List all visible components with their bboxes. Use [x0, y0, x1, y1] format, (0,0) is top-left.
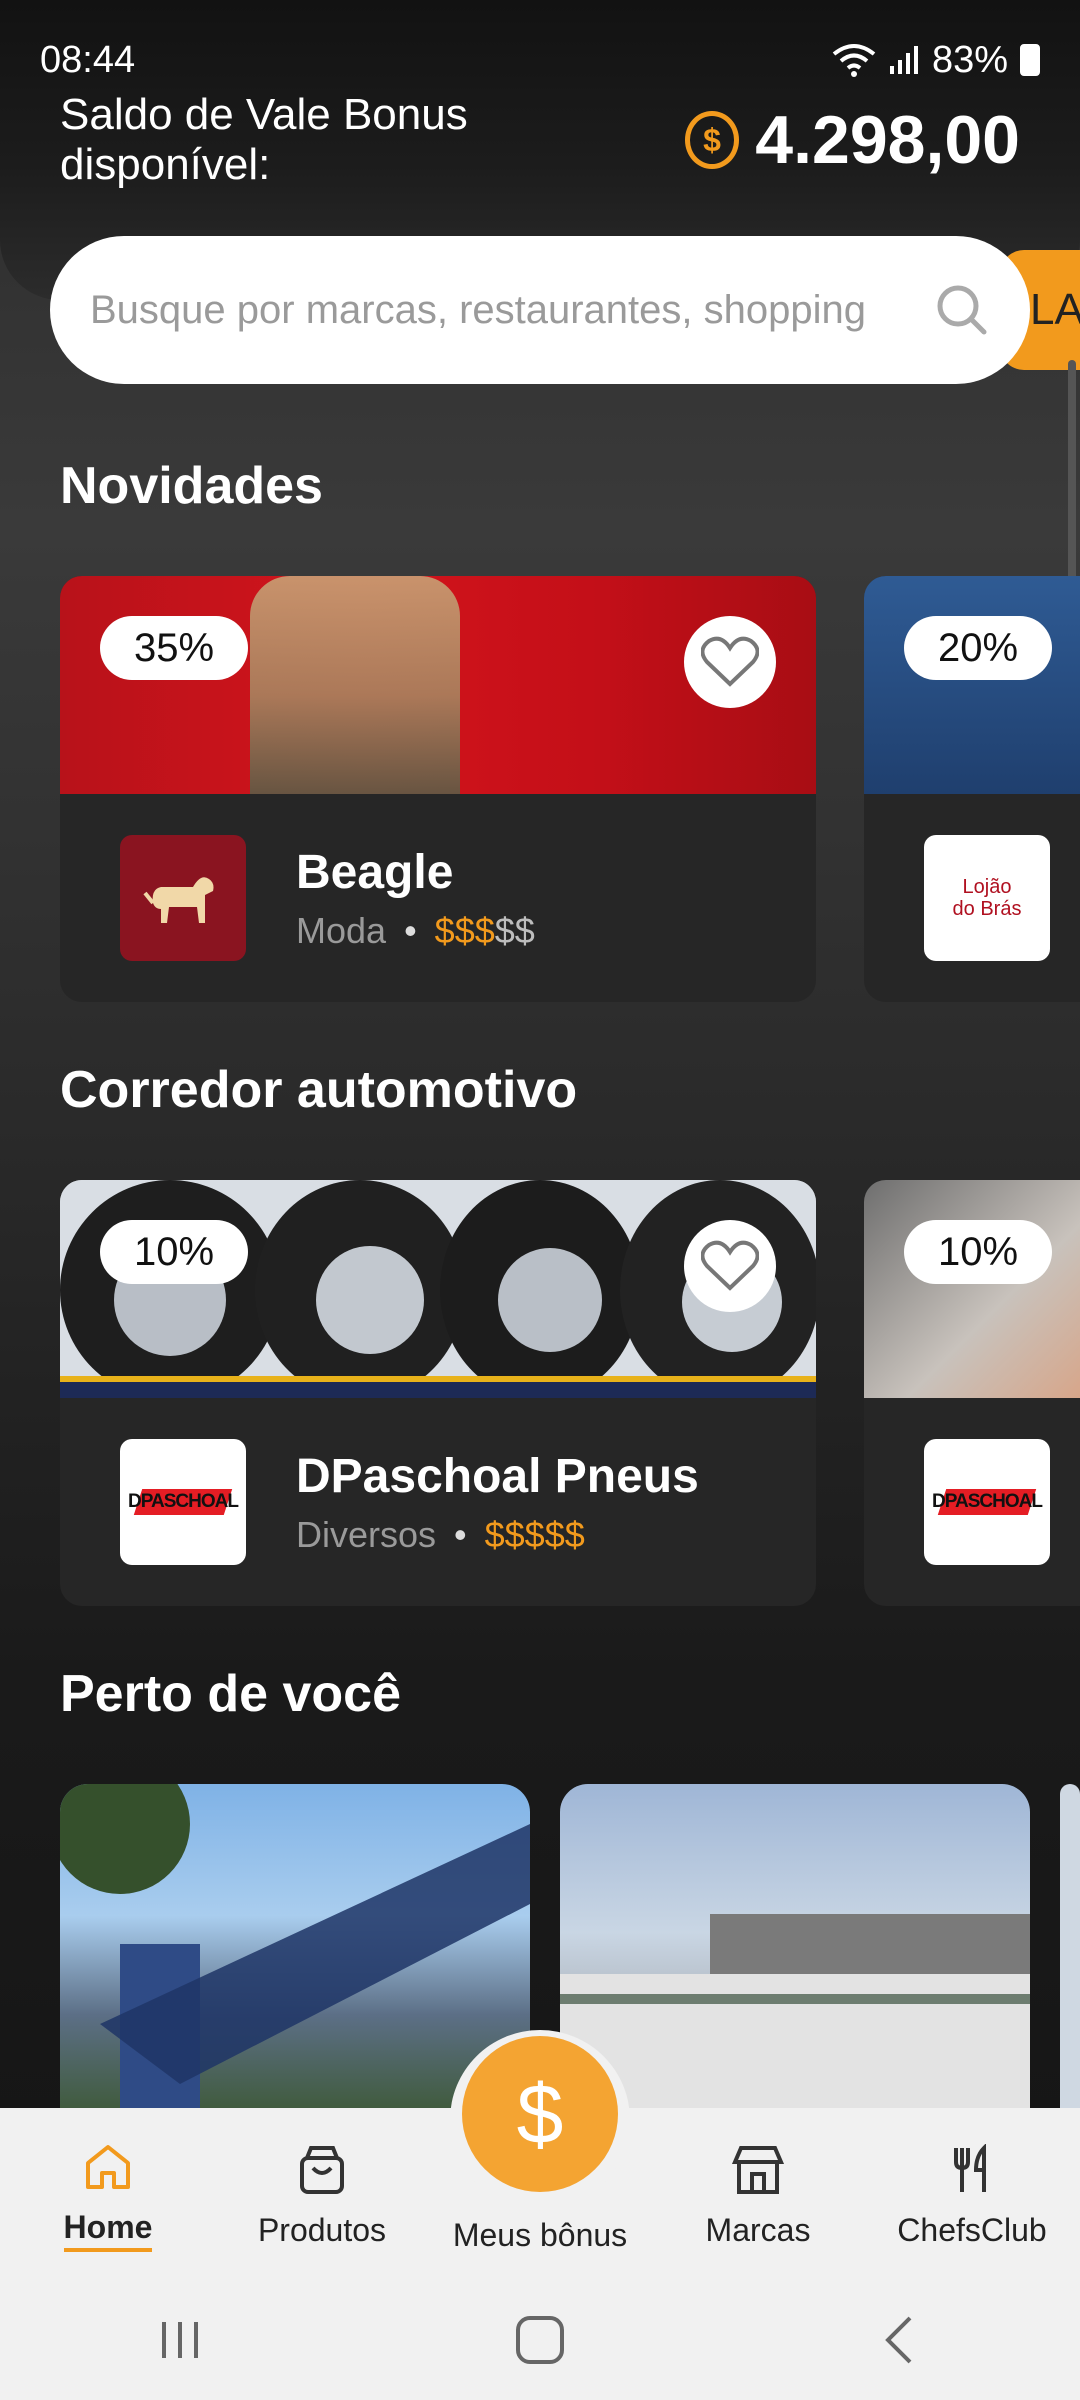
discount-badge: 10% — [100, 1220, 249, 1284]
store-card-body: Lojão do Brás — [864, 794, 1080, 1002]
discount-badge: 20% — [904, 616, 1053, 680]
coin-icon: $ — [684, 111, 740, 169]
dollar-icon: $ — [516, 2066, 564, 2161]
discount-badge: 35% — [100, 616, 249, 680]
nav-produtos-label: Produtos — [257, 2211, 387, 2248]
status-icons: 83% — [832, 39, 1040, 82]
store-banner-image: 10% — [864, 1180, 1080, 1398]
nav-chefsclub[interactable]: ChefsClub — [872, 2108, 1072, 2280]
dpaschoal-logo: DPASCHOAL — [924, 1439, 1050, 1565]
separator-dot: • — [404, 909, 417, 951]
store-icon — [731, 2145, 785, 2194]
system-navigation — [0, 2280, 1080, 2400]
price-level-active: $$$ — [434, 909, 495, 951]
lojao-logo: Lojão do Brás — [924, 835, 1050, 961]
place-card-1[interactable] — [60, 1784, 530, 2114]
store-card-body: DPASCHOAL — [864, 1398, 1080, 1606]
search-icon[interactable] — [934, 282, 990, 338]
lojao-logo-text: Lojão — [962, 876, 1012, 898]
store-card-lojao[interactable]: 20% Lojão do Brás — [864, 576, 1080, 1002]
place-card-2[interactable] — [560, 1784, 1030, 2114]
bonus-balance: Saldo de Vale Bonus disponível: $ 4.298,… — [60, 90, 1020, 189]
store-card-body: DPASCHOAL DPaschoal Pneus Diversos • $$$… — [60, 1398, 816, 1606]
dpaschoal-logo: DPASCHOAL — [120, 1439, 246, 1565]
store-card-beagle[interactable]: 35% Beagle Moda • $$$ $$ — [60, 576, 816, 1002]
nav-marcas[interactable]: Marcas — [658, 2108, 858, 2280]
nav-home-label: Home — [63, 2209, 153, 2252]
section-title-auto: Corredor automotivo — [60, 1061, 578, 1119]
signal-icon — [889, 46, 918, 74]
store-card-dpaschoal-2[interactable]: 10% DPASCHOAL — [864, 1180, 1080, 1606]
mall-photo — [560, 1914, 1030, 2114]
nav-chefsclub-label: ChefsClub — [897, 2211, 1047, 2248]
home-icon — [86, 2144, 130, 2189]
dpaschoal-logo-text: DPASCHOAL — [128, 1491, 239, 1512]
price-level-active: $$$$$ — [484, 1513, 585, 1555]
place-card-3[interactable] — [1060, 1784, 1080, 2114]
lojao-logo-subtext: do Brás — [952, 898, 1022, 920]
store-banner-image: 20% — [864, 576, 1080, 794]
section-title-near: Perto de você — [60, 1665, 402, 1723]
battery-icon — [1020, 44, 1040, 76]
search-bar[interactable] — [50, 236, 1030, 384]
favorite-button[interactable] — [684, 1220, 776, 1312]
nav-home[interactable]: Home — [8, 2108, 208, 2280]
store-banner-image: 35% — [60, 576, 816, 794]
nav-produtos[interactable]: Produtos — [222, 2108, 422, 2280]
home-button-icon[interactable] — [510, 2310, 570, 2370]
store-card-body: Beagle Moda • $$$ $$ — [60, 794, 816, 1002]
dog-icon — [143, 877, 214, 923]
section-title-news: Novidades — [60, 457, 323, 515]
store-category: Moda — [296, 909, 387, 951]
wifi-icon — [832, 44, 876, 77]
recent-apps-icon[interactable] — [150, 2310, 210, 2370]
balance-value: 4.298,00 — [755, 102, 1020, 178]
nav-marcas-label: Marcas — [705, 2211, 811, 2248]
store-category: Diversos — [296, 1513, 437, 1555]
status-time: 08:44 — [40, 38, 136, 81]
nav-meus-bonus-label: Meus bônus — [452, 2217, 628, 2253]
banner-person — [250, 576, 460, 794]
battery-percent: 83% — [931, 38, 1008, 81]
store-meta: Moda • $$$ $$ — [296, 910, 535, 952]
status-bar: 08:44 83% — [40, 36, 1040, 84]
store-card-dpaschoal[interactable]: 10% DPASCHOAL DPaschoal Pneus Diversos •… — [60, 1180, 816, 1606]
heart-icon — [701, 636, 759, 687]
balance-label: Saldo de Vale Bonus disponível: — [60, 90, 468, 189]
store-name: Beagle — [296, 845, 454, 899]
store-name: DPaschoal Pneus — [296, 1449, 699, 1503]
quick-filter-label: LAR — [1030, 285, 1080, 334]
cutlery-icon — [954, 2143, 986, 2192]
back-icon[interactable] — [870, 2310, 930, 2370]
heart-icon — [701, 1240, 759, 1291]
building-photo — [60, 1784, 530, 2114]
separator-dot: • — [454, 1513, 467, 1555]
favorite-button[interactable] — [684, 616, 776, 708]
beagle-logo — [120, 835, 246, 961]
search-input[interactable] — [90, 287, 934, 333]
discount-badge: 10% — [904, 1220, 1053, 1284]
price-level-inactive: $$ — [494, 909, 535, 951]
meus-bonus-fab[interactable]: $ — [462, 2036, 618, 2192]
dpaschoal-logo-text: DPASCHOAL — [932, 1491, 1043, 1512]
store-meta: Diversos • $$$$$ — [296, 1514, 699, 1556]
store-banner-image: 10% — [60, 1180, 816, 1398]
bag-icon — [300, 2145, 344, 2194]
